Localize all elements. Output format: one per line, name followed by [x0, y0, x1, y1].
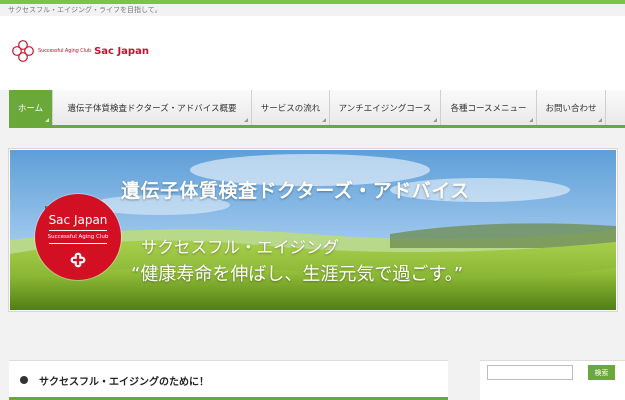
- banner-subtitle: サクセスフル・エイジング: [141, 238, 339, 257]
- submenu-corner-icon: [322, 118, 326, 122]
- submenu-corner-icon: [529, 118, 533, 122]
- nav-item-course-menu[interactable]: 各種コースメニュー: [441, 90, 537, 125]
- banner-image: 遺伝子体質検査ドクターズ・アドバイス サクセスフル・エイジング “健康寿命を伸ば…: [10, 150, 616, 310]
- submenu-corner-icon: [244, 118, 248, 122]
- badge-divider: [49, 243, 107, 244]
- brand-badge: Sac Japan Successful Aging Club: [35, 194, 121, 280]
- site-tagline: サクセスフル・エイジング・ライフを目指して。: [8, 6, 162, 14]
- logo-subtitle: Successful Aging Club: [38, 48, 92, 54]
- cross-icon: [70, 252, 86, 268]
- nav-item-home[interactable]: ホーム: [9, 90, 53, 125]
- nav-item-label: アンチエイジングコース: [338, 103, 432, 114]
- bullet-icon: [20, 376, 28, 384]
- sidebar-search: 検索: [480, 360, 625, 400]
- nav-item-contact[interactable]: お問い合わせ: [537, 90, 606, 125]
- content-section: サクセスフル・エイジングのために！: [9, 360, 448, 400]
- badge-divider: [49, 230, 107, 231]
- page: サクセスフル・エイジング・ライフを目指して。 Successful Aging …: [0, 0, 625, 400]
- site-header: Successful Aging Club Sac Japan: [0, 16, 625, 90]
- banner-slogan: “健康寿命を伸ばし、生涯元気で過ごす。”: [131, 264, 464, 285]
- logo-cross-icon: [12, 40, 34, 62]
- submenu-corner-icon: [433, 118, 437, 122]
- submenu-corner-icon: [598, 118, 602, 122]
- nav-item-label: ホーム: [17, 103, 44, 114]
- submenu-corner-icon: [45, 118, 49, 122]
- banner-title: 遺伝子体質検査ドクターズ・アドバイス: [121, 180, 470, 202]
- nav-item-anti-aging[interactable]: アンチエイジングコース: [330, 90, 441, 125]
- nav-item-label: お問い合わせ: [545, 103, 597, 114]
- search-button[interactable]: 検索: [588, 365, 615, 380]
- site-logo[interactable]: Successful Aging Club Sac Japan: [12, 40, 149, 62]
- search-input[interactable]: [487, 365, 573, 380]
- badge-name: Sac Japan: [48, 213, 108, 227]
- nav-item-service-flow[interactable]: サービスの流れ: [252, 90, 330, 125]
- nav-item-label: サービスの流れ: [260, 103, 321, 114]
- nav-item-label: 遺伝子体質検査ドクターズ・アドバイス概要: [67, 103, 237, 114]
- nav-item-overview[interactable]: 遺伝子体質検査ドクターズ・アドバイス概要: [53, 90, 252, 125]
- logo-title: Sac Japan: [94, 45, 149, 57]
- section-heading: サクセスフル・エイジングのために！: [39, 377, 209, 388]
- hero-banner[interactable]: 遺伝子体質検査ドクターズ・アドバイス サクセスフル・エイジング “健康寿命を伸ば…: [8, 148, 618, 312]
- badge-subtitle: Successful Aging Club: [47, 234, 109, 240]
- nav-item-label: 各種コースメニュー: [450, 103, 527, 114]
- main-nav: ホーム 遺伝子体質検査ドクターズ・アドバイス概要 サービスの流れ アンチエイジン…: [9, 90, 625, 128]
